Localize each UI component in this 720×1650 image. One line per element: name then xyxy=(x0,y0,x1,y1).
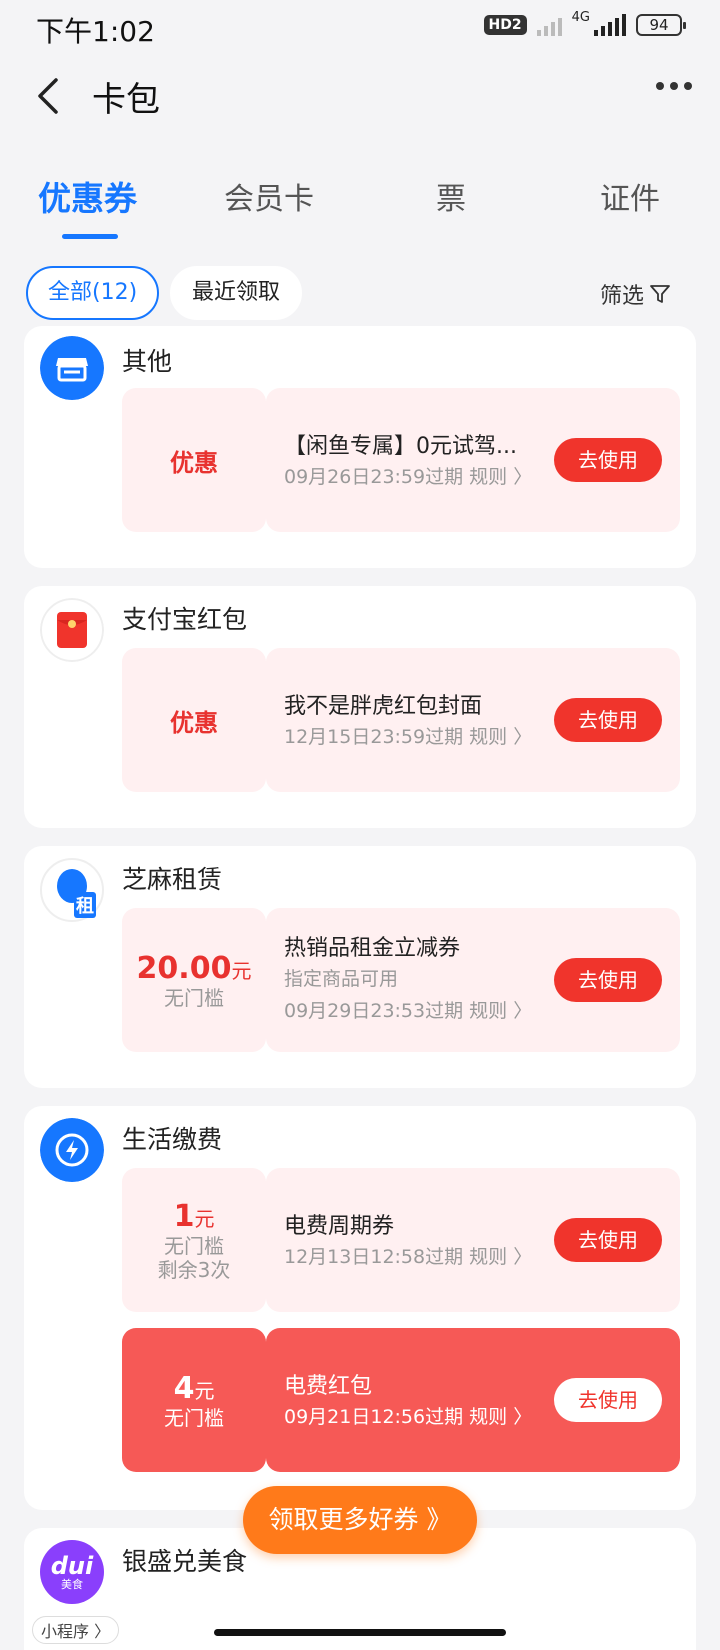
use-coupon-button[interactable]: 去使用 xyxy=(554,958,662,1002)
tab-tickets[interactable]: 票 xyxy=(436,174,466,218)
dui-logo-subtext: 美食 xyxy=(61,1577,83,1591)
coupon-expiry-rule[interactable]: 12月13日12:58过期 规则 〉 xyxy=(284,1242,532,1269)
coupon-amount: 4元 xyxy=(173,1370,215,1406)
coupon-threshold: 无门槛 xyxy=(164,1405,224,1430)
coupon-item-highlight: 4元 无门槛 电费红包 09月21日12:56过期 规则 〉 去使用 xyxy=(122,1328,680,1472)
coupon-item: 优惠 【闲鱼专属】0元试驾... 09月26日23:59过期 规则 〉 去使用 xyxy=(122,388,680,532)
filter-button[interactable]: 筛选 xyxy=(600,278,672,310)
coupon-info: 【闲鱼专属】0元试驾... 09月26日23:59过期 规则 〉 去使用 xyxy=(266,388,680,532)
coupon-name: 电费周期券 xyxy=(284,1214,395,1239)
merchant-card-other: 其他 优惠 【闲鱼专属】0元试驾... 09月26日23:59过期 规则 〉 去… xyxy=(24,326,696,568)
tab-active-indicator xyxy=(62,234,118,239)
tab-documents[interactable]: 证件 xyxy=(600,174,660,218)
coupon-value: 4元 无门槛 xyxy=(122,1328,266,1472)
merchant-name: 生活缴费 xyxy=(122,1125,223,1154)
coupon-value: 1元 无门槛 剩余3次 xyxy=(122,1168,266,1312)
merchant-name: 芝麻租赁 xyxy=(122,865,223,894)
filter-bar: 全部(12) 最近领取 筛选 xyxy=(0,266,720,322)
coupon-expiry-rule[interactable]: 09月21日12:56过期 规则 〉 xyxy=(284,1402,532,1429)
battery-icon: 94 xyxy=(636,14,686,36)
merchant-name: 银盛兑美食 xyxy=(122,1547,248,1576)
coupon-item: 20.00元 无门槛 热销品租金立减券 指定商品可用 09月29日23:53过期… xyxy=(122,908,680,1052)
coupon-info: 电费周期券 12月13日12:58过期 规则 〉 去使用 xyxy=(266,1168,680,1312)
coupon-type: 优惠 xyxy=(170,448,218,477)
coupon-value: 优惠 xyxy=(122,388,266,532)
coupon-threshold: 无门槛 xyxy=(164,1233,224,1258)
coupon-expiry-rule[interactable]: 09月26日23:59过期 规则 〉 xyxy=(284,462,532,489)
coupon-remaining: 剩余3次 xyxy=(157,1257,231,1282)
funnel-icon xyxy=(650,285,670,303)
use-coupon-button[interactable]: 去使用 xyxy=(554,1218,662,1262)
merchant-card-utility-payment: 生活缴费 1元 无门槛 剩余3次 电费周期券 12月13日12:58过期 规则 … xyxy=(24,1106,696,1510)
coupon-info: 电费红包 09月21日12:56过期 规则 〉 去使用 xyxy=(266,1328,680,1472)
status-bar: 下午1:02 HD2 4G 94 xyxy=(0,0,720,54)
merchant-card-alipay-redpacket: 支付宝红包 优惠 我不是胖虎红包封面 12月15日23:59过期 规则 〉 去使… xyxy=(24,586,696,828)
merchant-card-zhima-rent: 租 芝麻租赁 20.00元 无门槛 热销品租金立减券 指定商品可用 09月29日… xyxy=(24,846,696,1088)
filter-chip-recent[interactable]: 最近领取 xyxy=(170,266,303,320)
network-type: 4G xyxy=(571,9,590,25)
coupon-expiry-rule[interactable]: 09月29日23:53过期 规则 〉 xyxy=(284,996,532,1023)
lightning-icon xyxy=(40,1118,104,1182)
mini-program-tag[interactable]: 小程序 〉 xyxy=(32,1616,120,1644)
status-icons: HD2 4G 94 xyxy=(483,10,686,36)
chevron-left-icon[interactable] xyxy=(30,72,70,120)
coupon-scope: 指定商品可用 xyxy=(284,968,399,990)
merchant-name: 支付宝红包 xyxy=(122,605,248,634)
coupon-info: 我不是胖虎红包封面 12月15日23:59过期 规则 〉 去使用 xyxy=(266,648,680,792)
tab-coupons[interactable]: 优惠券 xyxy=(38,172,137,220)
coupon-threshold: 无门槛 xyxy=(164,985,224,1010)
coupon-type: 优惠 xyxy=(170,708,218,737)
filter-label: 筛选 xyxy=(599,284,644,309)
coupon-name: 热销品租金立减券 xyxy=(284,936,461,961)
rent-icon-text: 租 xyxy=(74,892,96,918)
page-title: 卡包 xyxy=(92,80,160,120)
coupon-name: 【闲鱼专属】0元试驾... xyxy=(284,434,517,459)
red-envelope-icon xyxy=(40,598,104,662)
coupon-info: 热销品租金立减券 指定商品可用 09月29日23:53过期 规则 〉 去使用 xyxy=(266,908,680,1052)
dui-logo-text: dui xyxy=(50,1551,94,1580)
signal-weak-icon xyxy=(536,14,562,36)
rent-icon: 租 xyxy=(40,858,104,922)
get-more-coupons-button[interactable]: 领取更多好券 》 xyxy=(243,1486,477,1554)
coupon-amount: 1元 xyxy=(173,1198,215,1234)
coupon-value: 优惠 xyxy=(122,648,266,792)
more-dots-icon[interactable] xyxy=(656,82,692,90)
signal-strong-icon xyxy=(594,14,626,36)
coupon-value: 20.00元 无门槛 xyxy=(122,908,266,1052)
tab-bar: 优惠券 会员卡 票 证件 xyxy=(0,172,720,242)
status-time: 下午1:02 xyxy=(36,15,155,48)
coupon-item: 1元 无门槛 剩余3次 电费周期券 12月13日12:58过期 规则 〉 去使用 xyxy=(122,1168,680,1312)
nav-header: 卡包 xyxy=(0,60,720,132)
shop-icon xyxy=(40,336,104,400)
use-coupon-button[interactable]: 去使用 xyxy=(554,698,662,742)
tab-member-cards[interactable]: 会员卡 xyxy=(224,174,314,218)
filter-chip-all[interactable]: 全部(12) xyxy=(26,266,160,320)
home-indicator xyxy=(214,1629,506,1636)
hd-badge: HD2 xyxy=(483,15,527,35)
coupon-item: 优惠 我不是胖虎红包封面 12月15日23:59过期 规则 〉 去使用 xyxy=(122,648,680,792)
dui-logo-icon: dui 美食 xyxy=(40,1540,104,1604)
coupon-expiry-rule[interactable]: 12月15日23:59过期 规则 〉 xyxy=(284,722,532,749)
coupon-name: 我不是胖虎红包封面 xyxy=(284,694,483,719)
use-coupon-button[interactable]: 去使用 xyxy=(554,1378,662,1422)
merchant-name: 其他 xyxy=(122,347,173,376)
use-coupon-button[interactable]: 去使用 xyxy=(554,438,662,482)
coupon-amount: 20.00元 xyxy=(136,950,252,986)
coupon-name: 电费红包 xyxy=(284,1374,373,1399)
